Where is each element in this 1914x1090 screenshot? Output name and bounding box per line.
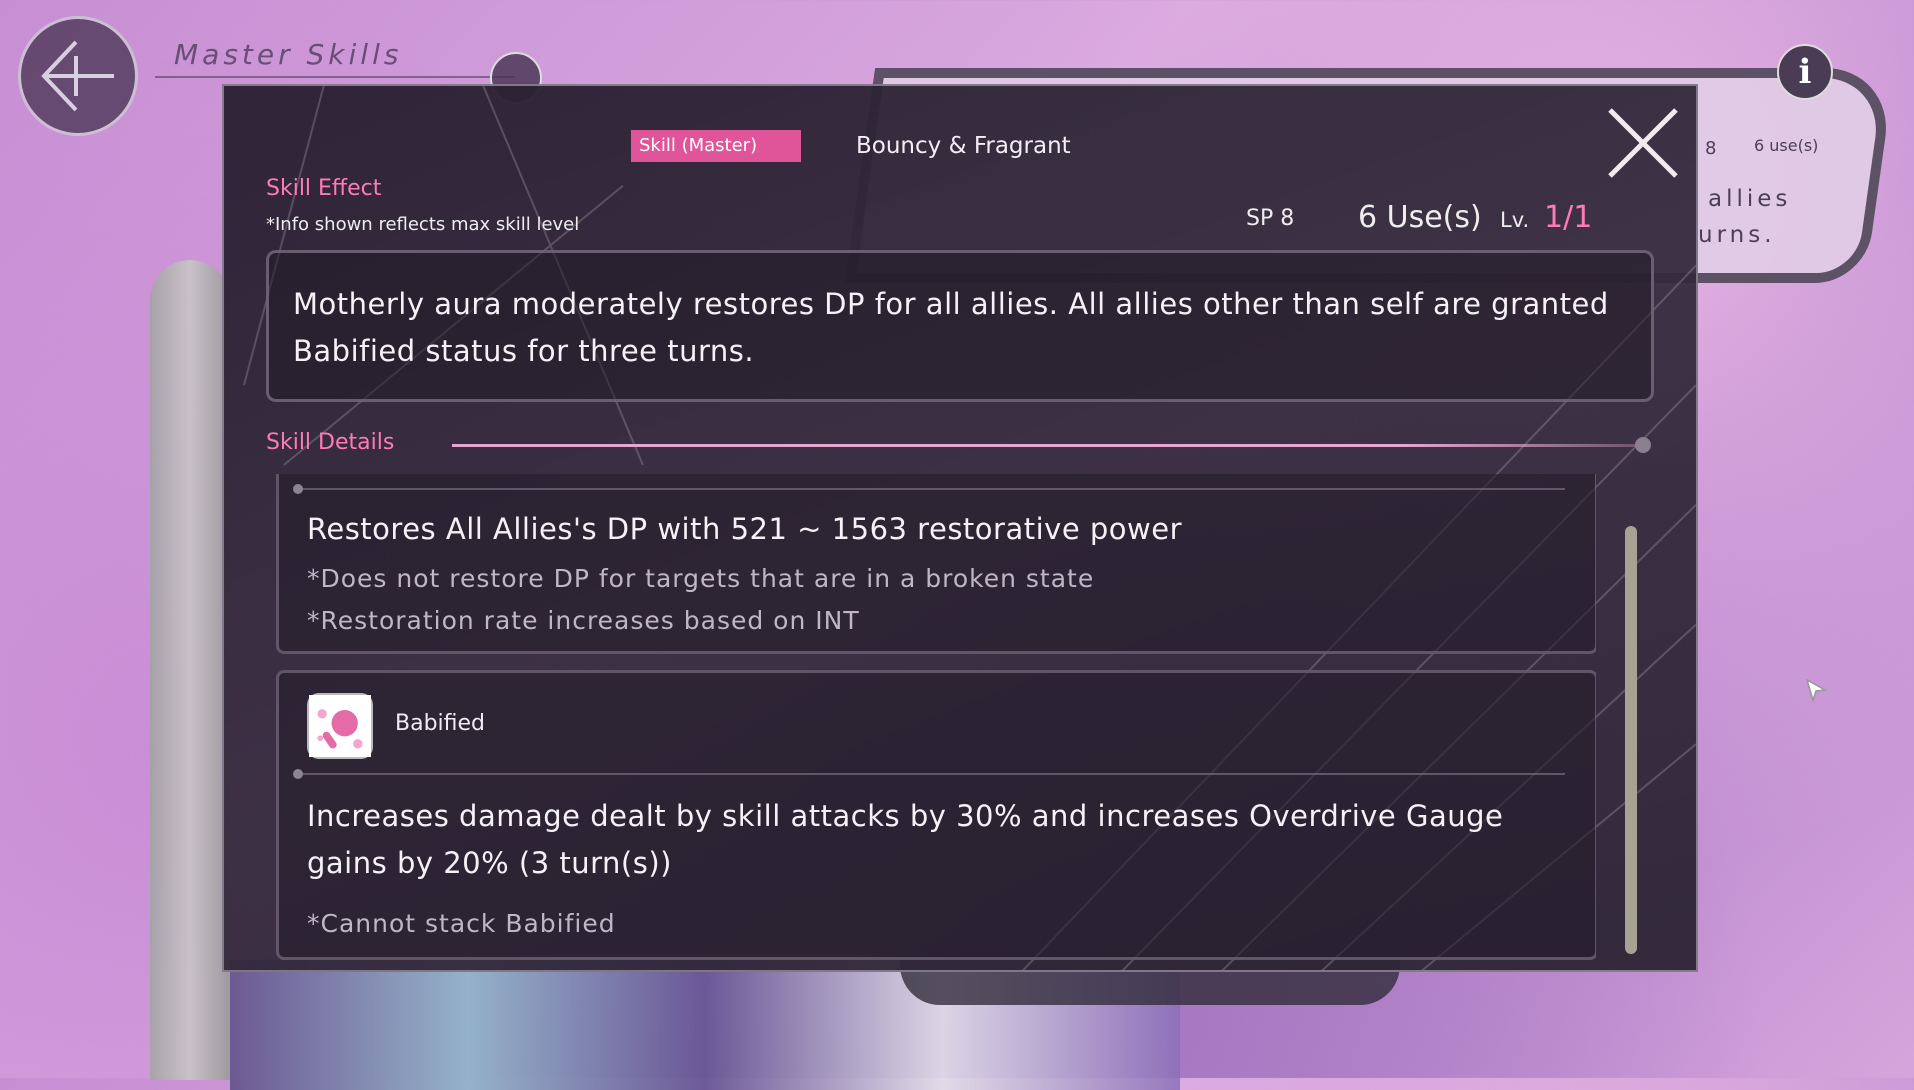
baby-rattle-icon <box>307 693 373 759</box>
skill-detail-dialog: Skill (Master) Bouncy & Fragrant Skill E… <box>222 84 1698 972</box>
info-icon[interactable]: i <box>1777 44 1833 100</box>
title-divider <box>155 76 515 78</box>
detail-main-text: Restores All Allies's DP with 521 ~ 1563… <box>307 512 1183 546</box>
card-divider <box>293 769 1565 779</box>
skill-effect-label: Skill Effect <box>266 176 382 201</box>
background-uses: 6 use(s) <box>1754 136 1819 155</box>
background-sp-fragment: 8 <box>1705 138 1717 159</box>
status-note: *Cannot stack Babified <box>307 909 616 938</box>
close-icon <box>1608 108 1678 178</box>
skill-details-label: Skill Details <box>266 430 395 455</box>
effect-description-box: Motherly aura moderately restores DP for… <box>266 250 1654 402</box>
details-divider <box>452 444 1642 447</box>
uses-count: 6 Use(s) <box>1358 200 1482 235</box>
level-label: Lv. <box>1500 208 1530 232</box>
details-scrollbar[interactable] <box>1625 526 1637 954</box>
detail-note: *Does not restore DP for targets that ar… <box>307 564 1095 593</box>
details-divider-dot <box>1635 437 1651 453</box>
close-button[interactable] <box>1604 104 1682 182</box>
detail-note: *Restoration rate increases based on INT <box>307 606 860 635</box>
background-character-hair <box>150 260 230 1080</box>
details-scroll-area[interactable]: Restores All Allies's DP with 521 ~ 1563… <box>276 474 1596 964</box>
mouse-cursor-icon <box>1805 678 1827 702</box>
card-divider <box>293 484 1565 494</box>
skill-type-tag: Skill (Master) <box>631 130 801 162</box>
max-level-note: *Info shown reflects max skill level <box>266 214 580 235</box>
detail-card: Restores All Allies's DP with 521 ~ 1563… <box>276 474 1596 654</box>
effect-description: Motherly aura moderately restores DP for… <box>293 287 1609 368</box>
background-text-line2: urns. <box>1698 222 1776 248</box>
status-card: Babified Increases damage dealt by skill… <box>276 670 1596 960</box>
status-description: Increases damage dealt by skill attacks … <box>307 799 1504 880</box>
skill-name: Bouncy & Fragrant <box>856 133 1071 159</box>
sp-cost: SP 8 <box>1246 206 1295 231</box>
background-text-line1: allies <box>1708 186 1792 212</box>
level-value: 1/1 <box>1544 200 1593 235</box>
back-arrow-icon <box>41 40 114 112</box>
page-title: Master Skills <box>174 38 403 71</box>
status-name: Babified <box>395 711 486 736</box>
back-button[interactable] <box>18 16 138 136</box>
